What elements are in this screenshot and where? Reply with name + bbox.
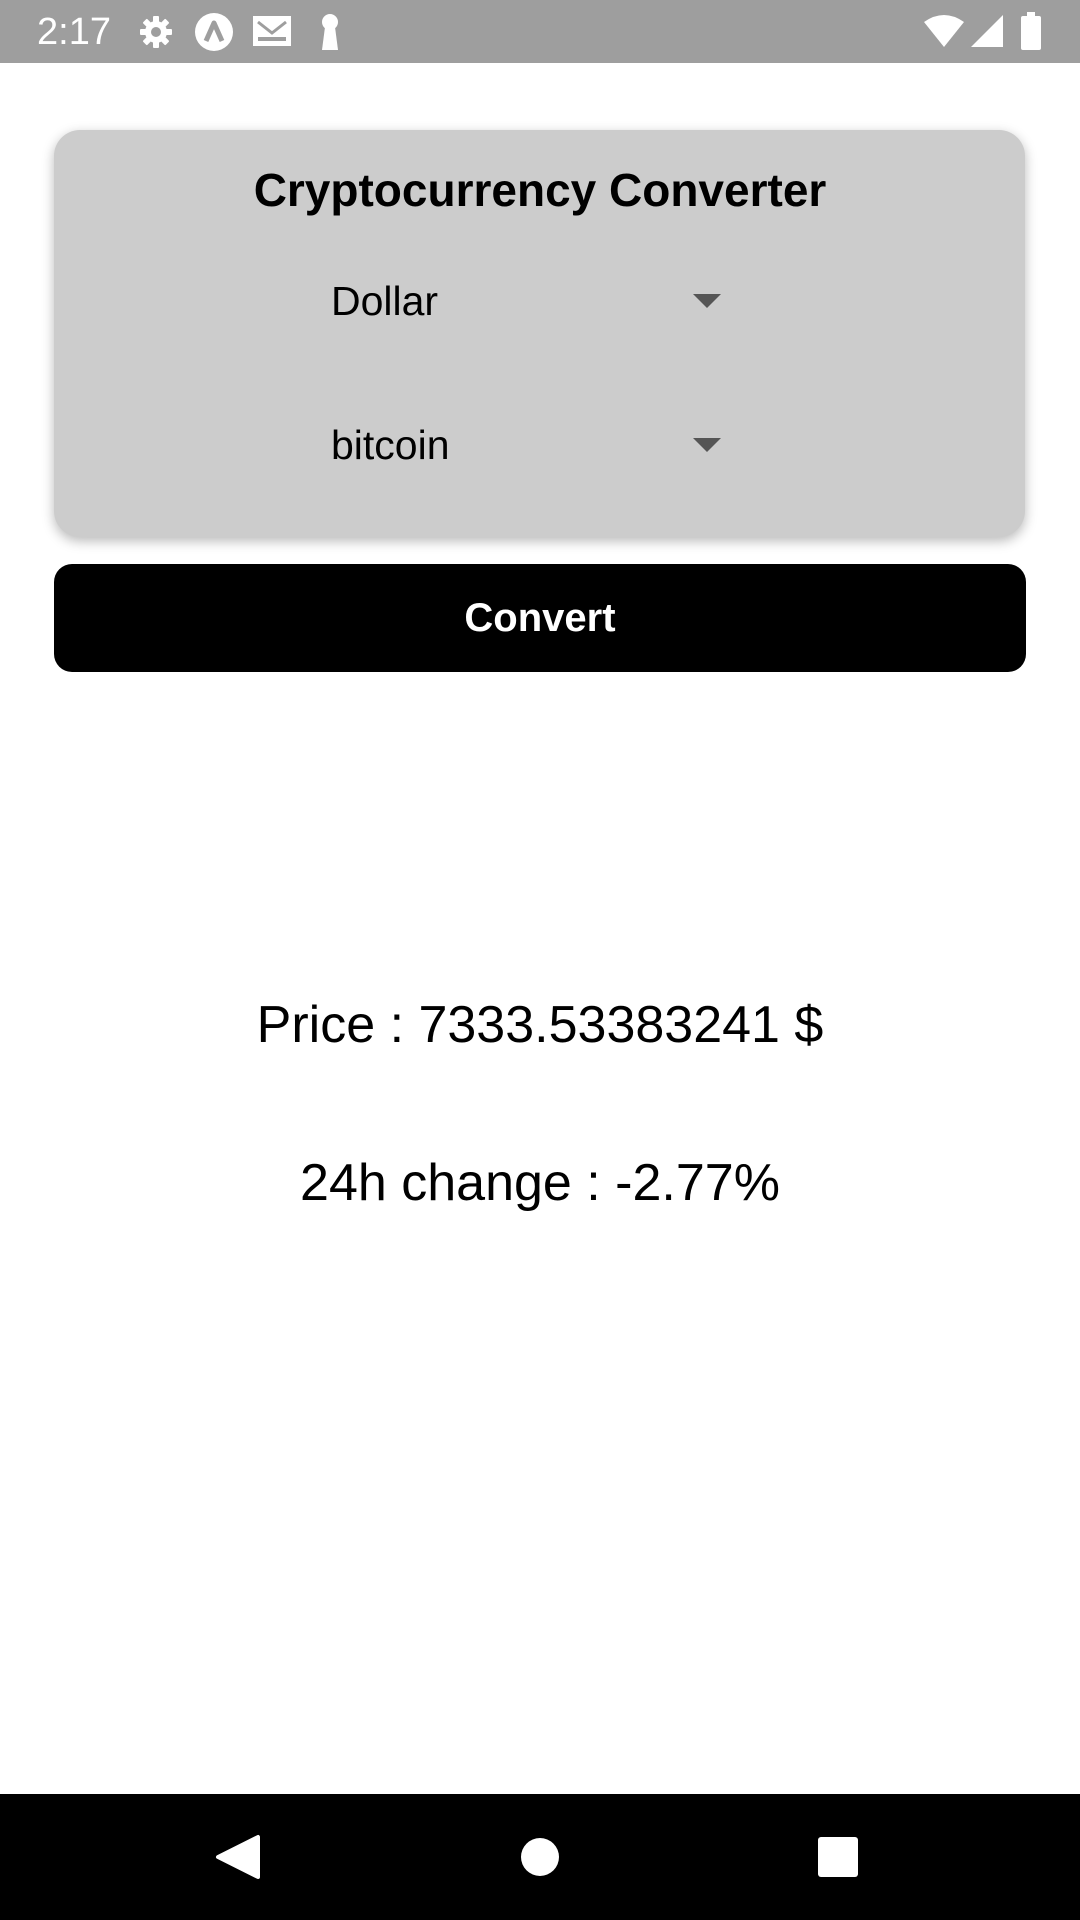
gmail-icon <box>252 15 292 47</box>
currency-picker[interactable]: Dollar <box>331 266 731 336</box>
currency-picker-value: Dollar <box>331 278 439 324</box>
price-result: Price : 7333.53383241 $ <box>256 996 824 1054</box>
change-result: 24h change : -2.77% <box>300 1154 780 1212</box>
gear-icon <box>138 14 174 50</box>
battery-icon <box>1020 12 1042 50</box>
convert-button[interactable]: Convert <box>54 564 1026 672</box>
status-time: 2:17 <box>37 11 111 53</box>
status-bar: 2:17 <box>0 0 1080 63</box>
page-title: Cryptocurrency Converter <box>253 164 827 216</box>
home-button[interactable] <box>480 1794 600 1920</box>
back-button[interactable] <box>180 1794 300 1920</box>
crypto-picker[interactable]: bitcoin <box>331 410 731 480</box>
keyhole-icon <box>318 13 342 51</box>
wifi-icon <box>922 14 966 48</box>
signal-icon <box>970 14 1004 48</box>
chevron-down-icon <box>693 438 721 452</box>
recents-button[interactable] <box>778 1794 898 1920</box>
crypto-picker-value: bitcoin <box>331 422 450 468</box>
navigation-bar <box>0 1794 1080 1920</box>
app-a-icon <box>194 12 234 52</box>
chevron-down-icon <box>693 294 721 308</box>
